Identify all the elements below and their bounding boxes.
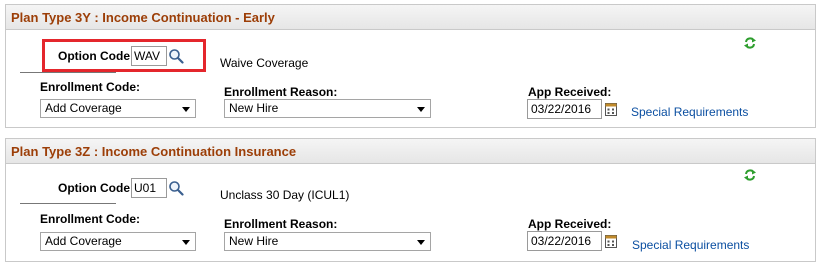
app-received-label: App Received: bbox=[528, 217, 612, 231]
enrollment-reason-select[interactable]: New Hire bbox=[224, 99, 431, 118]
refresh-icon[interactable] bbox=[743, 168, 757, 182]
enrollment-code-select[interactable]: Add Coverage bbox=[40, 232, 196, 251]
calendar-icon[interactable] bbox=[605, 234, 617, 248]
chevron-down-icon bbox=[182, 240, 190, 245]
enrollment-reason-label: Enrollment Reason: bbox=[224, 85, 338, 99]
option-code-input[interactable]: WAV bbox=[131, 46, 167, 66]
chevron-down-icon bbox=[417, 240, 425, 245]
special-requirements-link[interactable]: Special Requirements bbox=[632, 238, 749, 252]
enrollment-code-select[interactable]: Add Coverage bbox=[40, 99, 196, 118]
panel-title: Plan Type 3Y : Income Continuation - Ear… bbox=[6, 5, 815, 30]
enrollment-code-label: Enrollment Code: bbox=[40, 212, 141, 226]
refresh-icon[interactable] bbox=[743, 36, 757, 50]
panel-title: Plan Type 3Z : Income Continuation Insur… bbox=[6, 139, 815, 164]
enrollment-code-label: Enrollment Code: bbox=[40, 80, 141, 94]
divider bbox=[20, 72, 116, 73]
option-code-label: Option Code bbox=[58, 49, 130, 63]
app-received-label: App Received: bbox=[528, 85, 612, 99]
magnifier-icon[interactable] bbox=[168, 48, 184, 64]
enrollment-code-value: Add Coverage bbox=[45, 234, 122, 248]
plan-panel-3z: Plan Type 3Z : Income Continuation Insur… bbox=[5, 138, 816, 262]
option-code-input[interactable]: U01 bbox=[131, 178, 167, 198]
option-code-label: Option Code bbox=[58, 181, 130, 195]
enrollment-reason-value: New Hire bbox=[229, 101, 279, 115]
option-description: Unclass 30 Day (ICUL1) bbox=[220, 188, 350, 202]
chevron-down-icon bbox=[417, 107, 425, 112]
calendar-icon[interactable] bbox=[605, 102, 617, 116]
magnifier-icon[interactable] bbox=[168, 180, 184, 196]
divider bbox=[20, 203, 116, 204]
enrollment-code-value: Add Coverage bbox=[45, 101, 122, 115]
special-requirements-link[interactable]: Special Requirements bbox=[631, 105, 748, 119]
enrollment-reason-label: Enrollment Reason: bbox=[224, 217, 338, 231]
app-received-input[interactable]: 03/22/2016 bbox=[527, 231, 602, 251]
option-description: Waive Coverage bbox=[220, 56, 309, 70]
plan-panel-3y: Plan Type 3Y : Income Continuation - Ear… bbox=[5, 4, 816, 128]
app-received-input[interactable]: 03/22/2016 bbox=[527, 99, 602, 119]
chevron-down-icon bbox=[182, 107, 190, 112]
enrollment-reason-value: New Hire bbox=[229, 234, 279, 248]
enrollment-reason-select[interactable]: New Hire bbox=[224, 232, 431, 251]
